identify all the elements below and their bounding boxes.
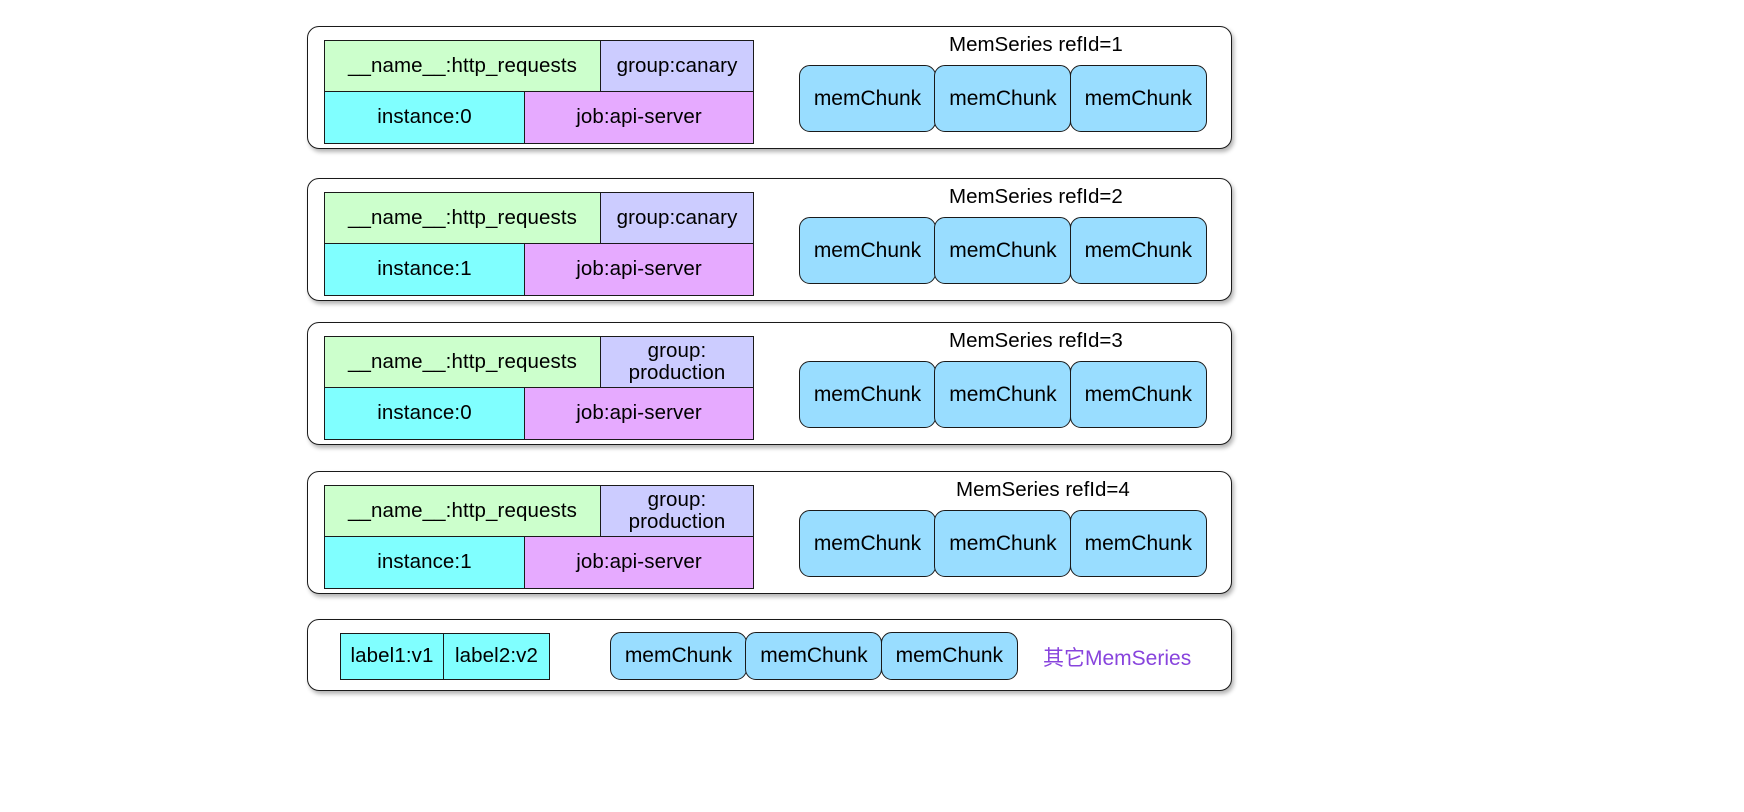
- label-instance-3: instance:0: [324, 388, 525, 440]
- label-job-2: job:api-server: [525, 244, 754, 296]
- label-row-other: label1:v1 label2:v2: [340, 633, 550, 680]
- label-matrix-3: __name__:http_requests group: production…: [324, 336, 754, 440]
- label-name-3: __name__:http_requests: [324, 336, 601, 388]
- memchunk[interactable]: memChunk: [880, 632, 1018, 680]
- label-matrix-1: __name__:http_requests group:canary inst…: [324, 40, 754, 144]
- chunk-strip-4: memChunk memChunk memChunk: [799, 510, 1207, 577]
- label-row-bottom-1: instance:0 job:api-server: [324, 92, 754, 144]
- memchunk[interactable]: memChunk: [1069, 65, 1207, 132]
- memchunk[interactable]: memChunk: [799, 65, 936, 132]
- memchunk[interactable]: memChunk: [934, 65, 1072, 132]
- series-caption-3: MemSeries refId=3: [949, 329, 1123, 352]
- memchunk[interactable]: memChunk: [799, 361, 936, 428]
- label-label1: label1:v1: [340, 633, 444, 680]
- label-group-4: group: production: [601, 485, 754, 537]
- label-matrix-4: __name__:http_requests group: production…: [324, 485, 754, 589]
- memseries-container-4: __name__:http_requests group: production…: [307, 471, 1232, 594]
- memchunk[interactable]: memChunk: [745, 632, 883, 680]
- series-caption-4: MemSeries refId=4: [956, 478, 1130, 501]
- chunk-strip-2: memChunk memChunk memChunk: [799, 217, 1207, 284]
- label-name-1: __name__:http_requests: [324, 40, 601, 92]
- memseries-container-2: __name__:http_requests group:canary inst…: [307, 178, 1232, 301]
- label-row-top-2: __name__:http_requests group:canary: [324, 192, 754, 244]
- chunk-strip-other: memChunk memChunk memChunk: [610, 632, 1018, 680]
- label-label2: label2:v2: [444, 633, 550, 680]
- label-matrix-2: __name__:http_requests group:canary inst…: [324, 192, 754, 296]
- memchunk[interactable]: memChunk: [1069, 217, 1207, 284]
- label-instance-4: instance:1: [324, 537, 525, 589]
- chunk-strip-1: memChunk memChunk memChunk: [799, 65, 1207, 132]
- memseries-container-1: __name__:http_requests group:canary inst…: [307, 26, 1232, 149]
- memchunk[interactable]: memChunk: [934, 510, 1072, 577]
- label-row-bottom-2: instance:1 job:api-server: [324, 244, 754, 296]
- label-row-bottom-3: instance:0 job:api-server: [324, 388, 754, 440]
- chunk-strip-3: memChunk memChunk memChunk: [799, 361, 1207, 428]
- label-row-top-4: __name__:http_requests group: production: [324, 485, 754, 537]
- label-group-1: group:canary: [601, 40, 754, 92]
- label-row-top-1: __name__:http_requests group:canary: [324, 40, 754, 92]
- memchunk[interactable]: memChunk: [934, 217, 1072, 284]
- memseries-container-3: __name__:http_requests group: production…: [307, 322, 1232, 445]
- label-name-4: __name__:http_requests: [324, 485, 601, 537]
- label-job-3: job:api-server: [525, 388, 754, 440]
- series-caption-2: MemSeries refId=2: [949, 185, 1123, 208]
- label-row-top-3: __name__:http_requests group: production: [324, 336, 754, 388]
- label-instance-1: instance:0: [324, 92, 525, 144]
- series-caption-1: MemSeries refId=1: [949, 33, 1123, 56]
- memchunk[interactable]: memChunk: [610, 632, 747, 680]
- memchunk[interactable]: memChunk: [799, 510, 936, 577]
- label-matrix-other: label1:v1 label2:v2: [340, 633, 550, 680]
- label-job-4: job:api-server: [525, 537, 754, 589]
- memchunk[interactable]: memChunk: [1069, 510, 1207, 577]
- memseries-container-other: label1:v1 label2:v2 memChunk memChunk me…: [307, 619, 1232, 691]
- other-memseries-note: 其它MemSeries: [1043, 647, 1192, 670]
- memchunk[interactable]: memChunk: [1069, 361, 1207, 428]
- label-group-3: group: production: [601, 336, 754, 388]
- label-job-1: job:api-server: [525, 92, 754, 144]
- memchunk[interactable]: memChunk: [934, 361, 1072, 428]
- label-row-bottom-4: instance:1 job:api-server: [324, 537, 754, 589]
- label-instance-2: instance:1: [324, 244, 525, 296]
- label-name-2: __name__:http_requests: [324, 192, 601, 244]
- label-group-2: group:canary: [601, 192, 754, 244]
- diagram-canvas: __name__:http_requests group:canary inst…: [0, 0, 1744, 812]
- memchunk[interactable]: memChunk: [799, 217, 936, 284]
